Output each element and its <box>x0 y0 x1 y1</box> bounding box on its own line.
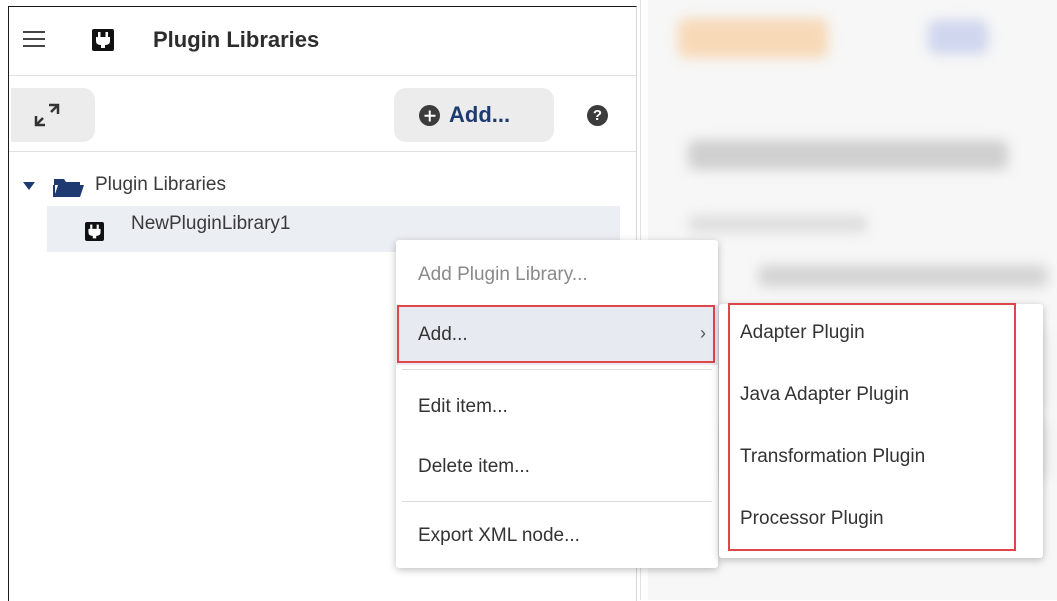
menu-item-edit[interactable]: Edit item... <box>396 377 718 437</box>
add-circle-icon <box>419 105 440 126</box>
hamburger-menu-icon[interactable] <box>23 31 45 48</box>
menu-item-label: Delete item... <box>418 456 530 477</box>
tree-item-label: NewPluginLibrary1 <box>131 213 291 234</box>
context-menu: Add Plugin Library... Add... › Edit item… <box>396 240 718 568</box>
submenu-item-label: Processor Plugin <box>740 508 884 529</box>
panel-header: Plugin Libraries <box>9 7 636 76</box>
menu-divider <box>402 501 712 502</box>
expand-button[interactable] <box>11 88 95 142</box>
menu-item-add-plugin-library: Add Plugin Library... <box>396 245 718 305</box>
submenu-item-label: Adapter Plugin <box>740 322 865 343</box>
menu-divider <box>402 369 712 370</box>
add-submenu: Adapter Plugin Java Adapter Plugin Trans… <box>719 304 1043 558</box>
add-button-label: Add... <box>449 102 511 127</box>
page-title: Plugin Libraries <box>153 27 320 52</box>
submenu-item-processor-plugin[interactable]: Processor Plugin <box>719 490 1043 552</box>
plug-icon <box>92 29 114 51</box>
menu-item-export-xml[interactable]: Export XML node... <box>396 506 718 566</box>
menu-item-label: Edit item... <box>418 396 508 417</box>
menu-item-label: Export XML node... <box>418 525 580 546</box>
folder-open-icon <box>53 179 84 197</box>
panel-toolbar: Add... ? <box>9 76 636 152</box>
help-icon[interactable]: ? <box>587 105 608 126</box>
menu-item-add[interactable]: Add... › <box>396 305 718 365</box>
submenu-item-label: Transformation Plugin <box>740 446 926 467</box>
submenu-item-label: Java Adapter Plugin <box>740 384 910 405</box>
tree-root-label: Plugin Libraries <box>95 174 226 195</box>
submenu-item-transformation-plugin[interactable]: Transformation Plugin <box>719 428 1043 490</box>
submenu-item-adapter-plugin[interactable]: Adapter Plugin <box>719 304 1043 366</box>
chevron-right-icon: › <box>700 323 706 343</box>
menu-item-delete[interactable]: Delete item... <box>396 437 718 497</box>
menu-item-label: Add Plugin Library... <box>418 264 588 285</box>
expand-arrows-icon <box>34 103 60 127</box>
submenu-item-java-adapter-plugin[interactable]: Java Adapter Plugin <box>719 366 1043 428</box>
plug-icon <box>85 222 104 241</box>
caret-down-icon[interactable] <box>23 182 35 190</box>
menu-item-label: Add... <box>418 324 468 345</box>
add-button[interactable]: Add... <box>394 88 554 142</box>
